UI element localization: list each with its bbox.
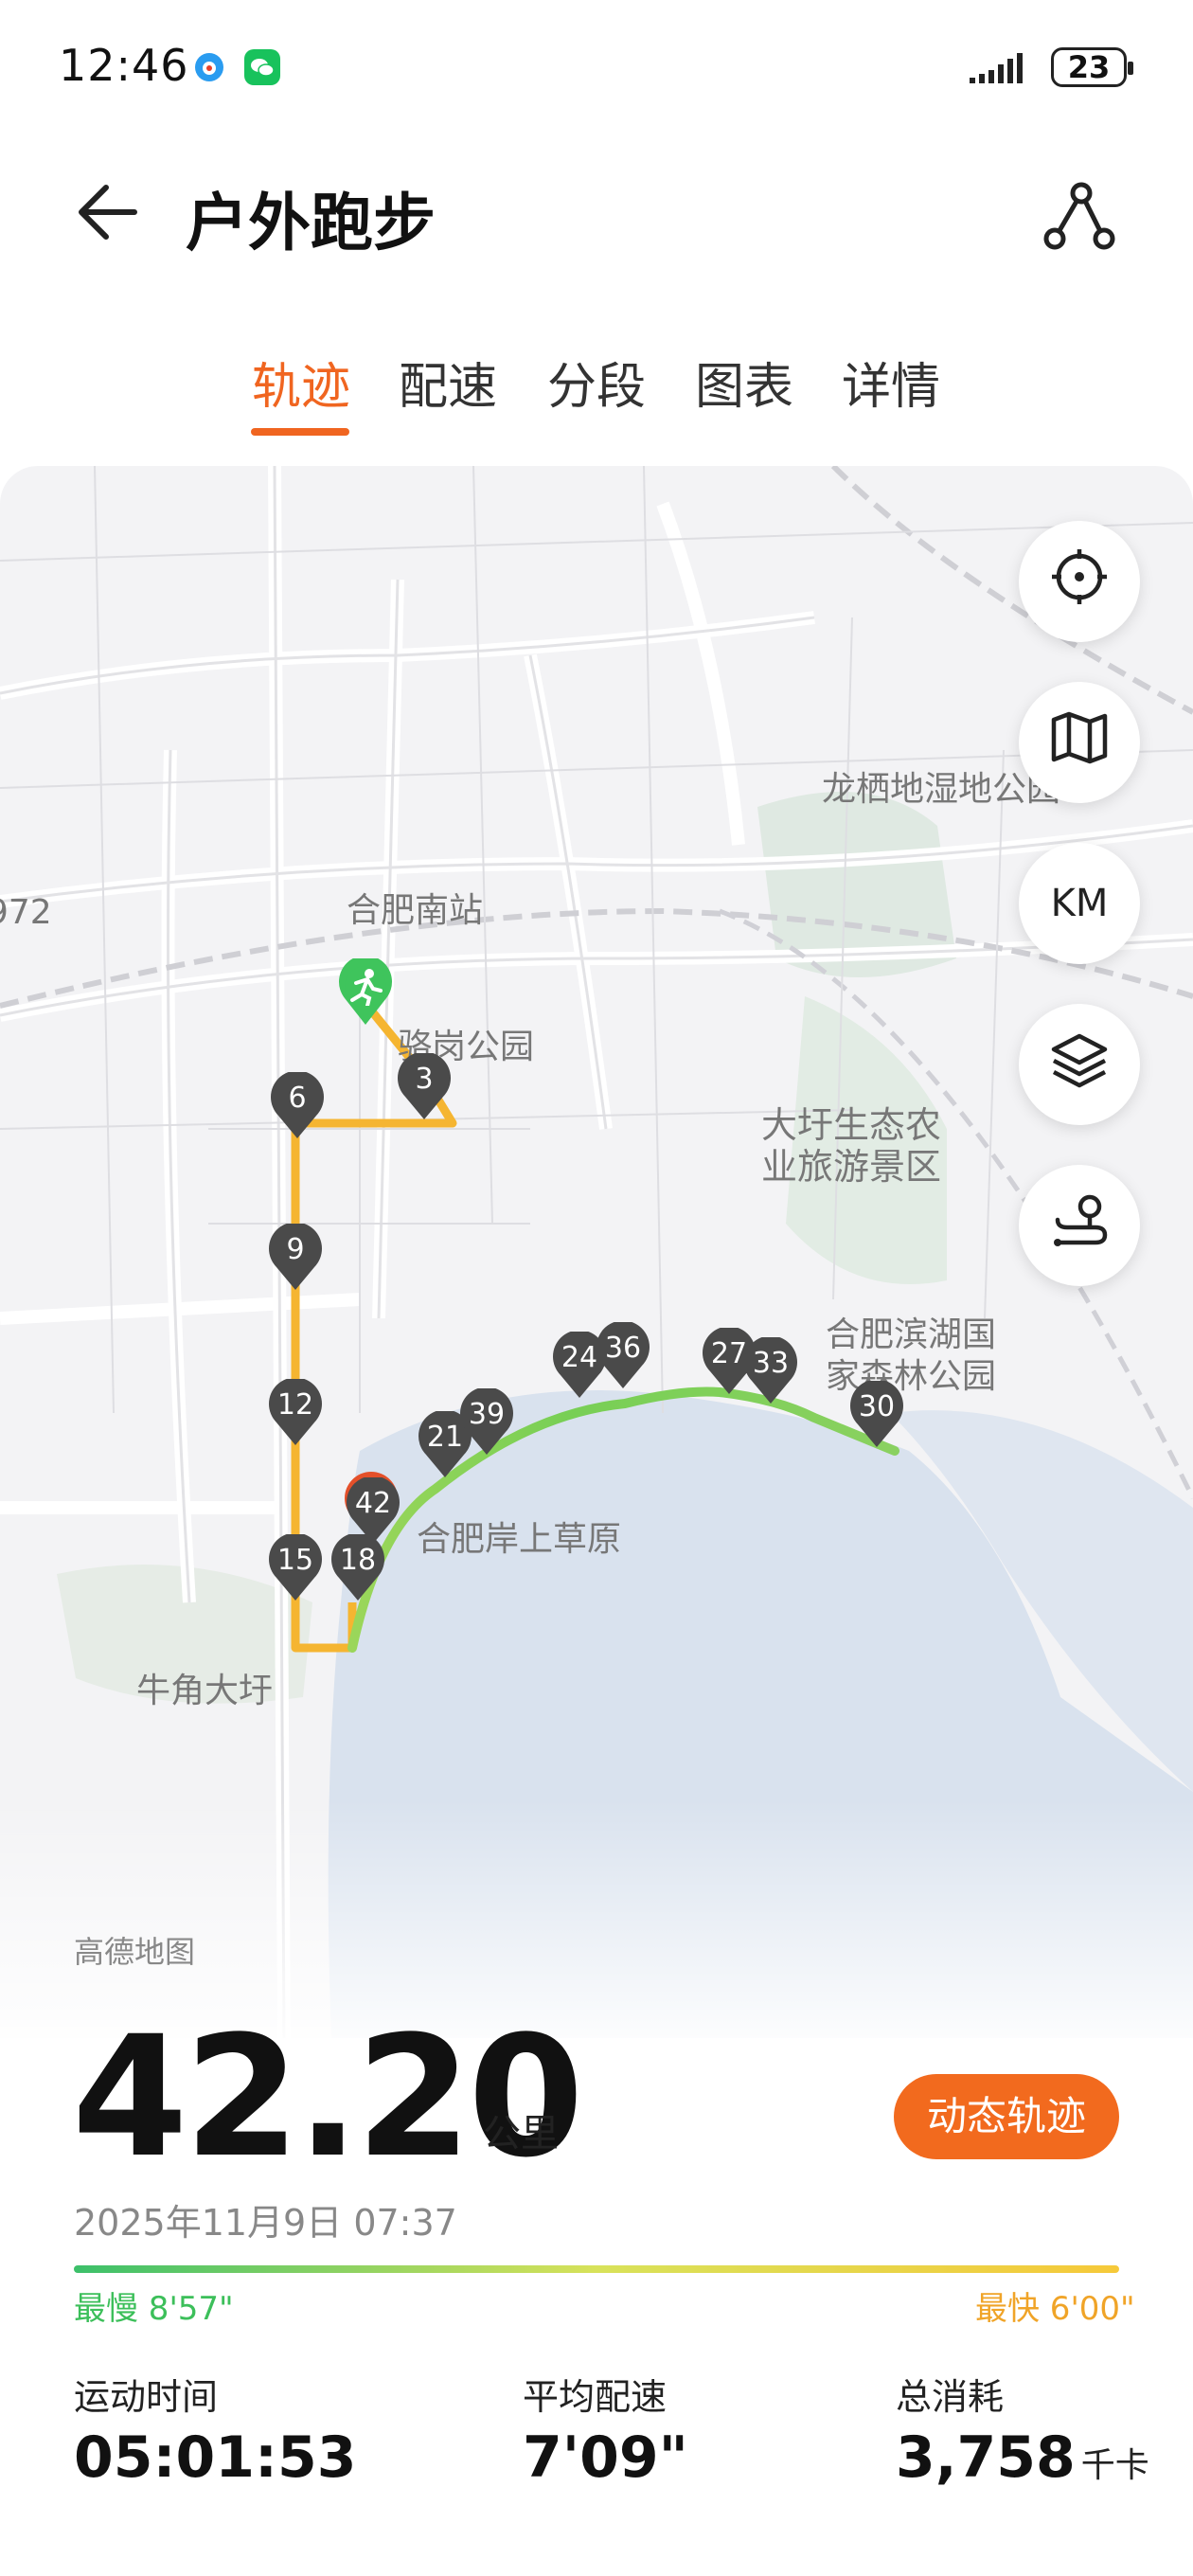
dynamic-track-button[interactable]: 动态轨迹 (894, 2074, 1119, 2159)
tab-underline (251, 428, 349, 436)
tab-details[interactable]: 详情 (842, 347, 940, 418)
status-time: 12:46 (59, 40, 189, 91)
calories-unit: 千卡 (1080, 2446, 1149, 2485)
km-button-label: KM (1050, 882, 1109, 925)
calories-label: 总消耗 (896, 2376, 1005, 2418)
route-pin-icon (1046, 1188, 1113, 1263)
duration-value: 05:01:53 (74, 2424, 357, 2491)
pace-fastest: 最快 6'00" (975, 2290, 1135, 2328)
tab-track[interactable]: 轨迹 (252, 347, 350, 418)
pace-slowest: 最慢 8'57" (74, 2290, 234, 2328)
map-source-label: 高德地图 (74, 1934, 196, 1970)
map-label-dawei: 大圩生态农 业旅游景区 (761, 1104, 942, 1188)
status-bar: 12:46 23 (0, 0, 1193, 133)
map-icon (1046, 705, 1113, 780)
km-marker[interactable]: 36 (595, 1322, 651, 1390)
signal-icon (968, 51, 1032, 85)
tab-segments[interactable]: 分段 (547, 347, 646, 418)
wechat-icon (244, 49, 280, 85)
km-marker[interactable]: 30 (848, 1381, 905, 1449)
km-marker[interactable]: 9 (267, 1224, 324, 1292)
tab-pace[interactable]: 配速 (399, 347, 497, 418)
workout-date: 2025年11月9日 07:37 (74, 2202, 457, 2244)
tab-bar: 轨迹 配速 分段 图表 详情 (0, 341, 1193, 436)
weibo-icon (191, 49, 227, 85)
battery-icon: 23 (1051, 47, 1133, 87)
map-label-hefei-south: 合肥南站 (347, 891, 484, 930)
stats-panel: 高德地图 42.20 公里 动态轨迹 2025年11月9日 07:37 最慢 8… (0, 1894, 1193, 2576)
route-share-icon[interactable] (1042, 180, 1117, 252)
calories-block: 3,758 千卡 (896, 2424, 1149, 2491)
km-marker[interactable]: 33 (742, 1337, 799, 1405)
km-marker[interactable]: 6 (269, 1072, 326, 1140)
km-marker[interactable]: 39 (458, 1388, 515, 1457)
crosshair-icon (1046, 544, 1113, 619)
layers-icon (1046, 1027, 1113, 1102)
distance-value: 42.20 (72, 2000, 584, 2194)
locate-button[interactable] (1019, 521, 1140, 642)
map-label-anshang: 合肥岸上草原 (417, 1520, 622, 1559)
map-style-button[interactable] (1019, 682, 1140, 803)
runner-icon (348, 968, 383, 1006)
map-label-longqi: 龙栖地湿地公园 (822, 770, 1061, 809)
tab-charts[interactable]: 图表 (695, 347, 793, 418)
start-marker (337, 958, 394, 1027)
duration-label: 运动时间 (74, 2376, 219, 2418)
pace-gradient-bar (74, 2265, 1119, 2273)
map-label-niujiao: 牛角大圩 (136, 1672, 274, 1710)
km-marker[interactable]: 12 (267, 1379, 324, 1447)
km-marker[interactable]: 15 (267, 1534, 324, 1602)
page-title: 户外跑步 (186, 187, 436, 259)
header: 户外跑步 (0, 142, 1193, 275)
distance-unit: 公里 (483, 2112, 559, 2156)
calories-value: 3,758 (896, 2424, 1076, 2491)
route-button[interactable] (1019, 1165, 1140, 1286)
map-label-left-edge: 972 (0, 893, 52, 932)
arrow-left-icon[interactable] (72, 176, 144, 248)
km-marker-button[interactable]: KM (1019, 843, 1140, 964)
km-marker[interactable]: 42 (345, 1477, 401, 1546)
avg-pace-value: 7'09" (523, 2424, 688, 2491)
avg-pace-label: 平均配速 (523, 2376, 668, 2418)
km-marker[interactable]: 3 (396, 1053, 453, 1121)
layers-button[interactable] (1019, 1004, 1140, 1125)
